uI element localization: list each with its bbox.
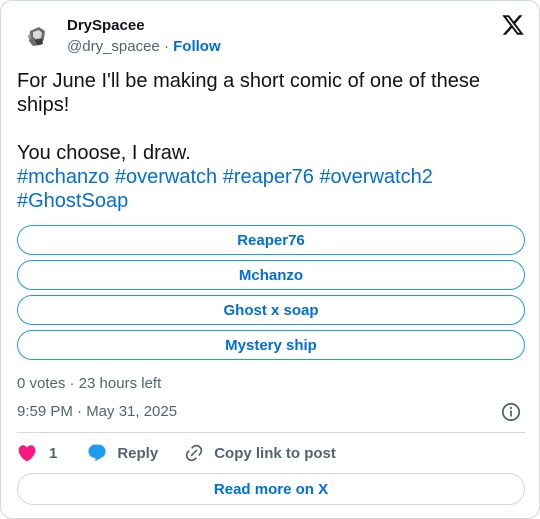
poll-option-mystery-ship[interactable]: Mystery ship bbox=[17, 330, 525, 360]
poll-option-mchanzo[interactable]: Mchanzo bbox=[17, 260, 525, 290]
handle-separator: · bbox=[163, 38, 169, 55]
author-name[interactable]: DrySpacee bbox=[67, 17, 145, 34]
hashtag-link[interactable]: #GhostSoap bbox=[17, 190, 128, 212]
avatar[interactable] bbox=[17, 17, 57, 57]
hashtag-line: #GhostSoap bbox=[17, 189, 517, 213]
poll-option-ghost-x-soap[interactable]: Ghost x soap bbox=[17, 295, 525, 325]
reply-label: Reply bbox=[117, 444, 159, 462]
author-handle-row: @dry_spacee · Follow bbox=[67, 38, 221, 55]
hashtag-link[interactable]: #overwatch bbox=[115, 166, 217, 188]
copy-link-label: Copy link to post bbox=[214, 444, 336, 462]
speech-bubble-icon bbox=[88, 444, 106, 462]
tweet-line: You choose, I draw. bbox=[17, 142, 191, 164]
like-button[interactable]: 1 bbox=[17, 443, 57, 463]
poll: Reaper76 Mchanzo Ghost x soap Mystery sh… bbox=[17, 225, 525, 365]
hashtag-link[interactable]: #overwatch2 bbox=[319, 166, 432, 188]
reply-button[interactable]: Reply bbox=[87, 443, 158, 463]
link-icon bbox=[186, 444, 203, 462]
hashtag-link[interactable]: #reaper76 bbox=[223, 166, 314, 188]
read-more-button[interactable]: Read more on X bbox=[17, 473, 525, 505]
tweet-header: DrySpacee @dry_spacee · Follow bbox=[17, 13, 525, 61]
poll-meta: 0 votes · 23 hours left bbox=[17, 375, 162, 392]
info-icon[interactable] bbox=[501, 402, 521, 422]
copy-link-button[interactable]: Copy link to post bbox=[184, 443, 336, 463]
x-logo-icon[interactable] bbox=[501, 13, 525, 37]
like-count: 1 bbox=[49, 444, 58, 462]
tweet-card: DrySpacee @dry_spacee · Follow For June … bbox=[0, 0, 540, 519]
hashtag-line: #mchanzo #overwatch #reaper76 #overwatch… bbox=[17, 165, 517, 189]
divider bbox=[17, 432, 525, 433]
tweet-actions: 1 Reply Copy link to post bbox=[17, 441, 336, 465]
poll-option-reaper76[interactable]: Reaper76 bbox=[17, 225, 525, 255]
follow-button[interactable]: Follow bbox=[173, 38, 221, 55]
tweet-line: For June I'll be making a short comic of… bbox=[17, 70, 480, 116]
heart-icon bbox=[18, 445, 36, 462]
author-handle[interactable]: @dry_spacee bbox=[67, 38, 160, 55]
hashtag-link[interactable]: #mchanzo bbox=[17, 166, 109, 188]
tweet-timestamp[interactable]: 9:59 PM · May 31, 2025 bbox=[17, 403, 177, 420]
tweet-text: For June I'll be making a short comic of… bbox=[17, 69, 517, 213]
